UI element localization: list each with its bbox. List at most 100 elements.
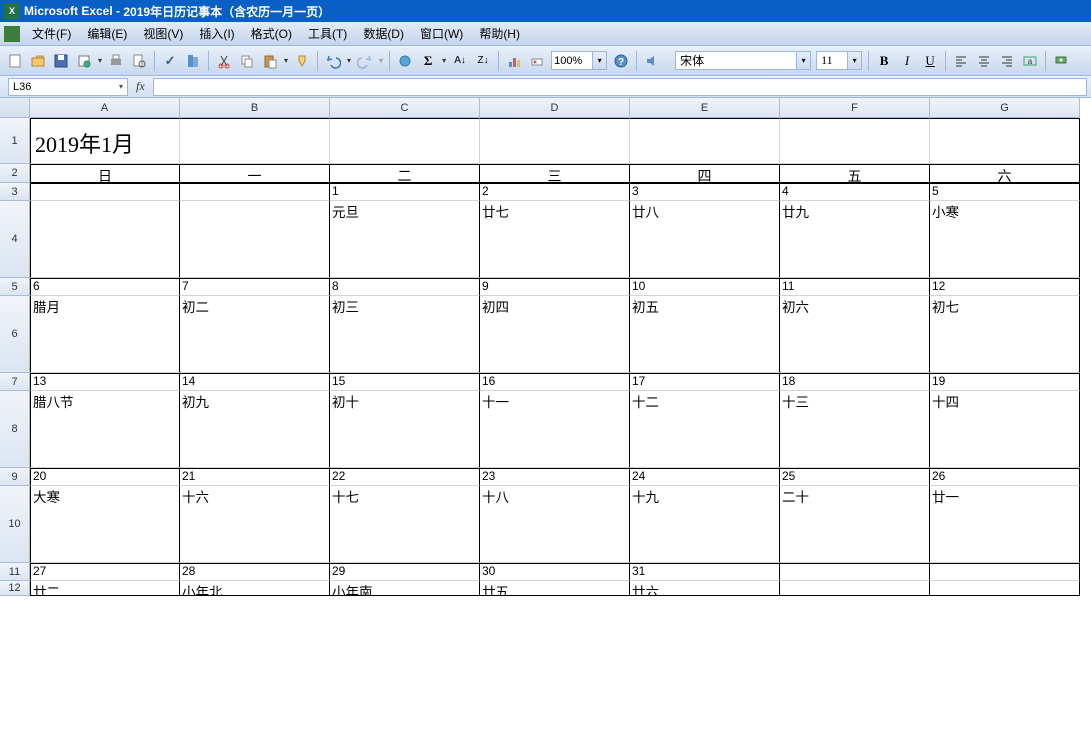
day-lunar[interactable]: 初四 — [480, 296, 630, 373]
new-button[interactable] — [4, 50, 26, 72]
day-lunar[interactable] — [30, 201, 180, 278]
menu-tools[interactable]: 工具(T) — [300, 23, 355, 44]
workbook-icon[interactable] — [4, 26, 20, 42]
row-header-3[interactable]: 3 — [0, 183, 30, 201]
name-box-dd[interactable]: ▾ — [119, 82, 123, 91]
zoom-dd[interactable]: ▾ — [592, 52, 606, 69]
day-lunar[interactable] — [780, 581, 930, 596]
day-lunar[interactable]: 廿二 — [30, 581, 180, 596]
readaloud-button[interactable] — [641, 50, 663, 72]
day-lunar[interactable]: 十三 — [780, 391, 930, 468]
print-preview-button[interactable] — [128, 50, 150, 72]
name-box[interactable]: L36 ▾ — [8, 78, 128, 96]
day-lunar[interactable]: 腊八节 — [30, 391, 180, 468]
menu-file[interactable]: 文件(F) — [24, 23, 79, 44]
redo-button[interactable] — [354, 50, 376, 72]
formula-bar[interactable] — [153, 78, 1087, 96]
day-lunar[interactable]: 廿一 — [930, 486, 1080, 563]
sort-asc-button[interactable]: A↓ — [449, 50, 471, 72]
paste-button[interactable] — [259, 50, 281, 72]
menu-window[interactable]: 窗口(W) — [412, 23, 471, 44]
cell[interactable] — [180, 118, 330, 164]
row-header-4[interactable]: 4 — [0, 201, 30, 278]
permission-dd[interactable]: ▾ — [96, 56, 104, 65]
day-lunar[interactable]: 大寒 — [30, 486, 180, 563]
day-lunar[interactable]: 廿九 — [780, 201, 930, 278]
menu-view[interactable]: 视图(V) — [135, 23, 191, 44]
bold-button[interactable]: B — [873, 50, 895, 72]
paste-dd[interactable]: ▾ — [282, 56, 290, 65]
permission-button[interactable] — [73, 50, 95, 72]
col-header-D[interactable]: D — [480, 98, 630, 118]
day-lunar[interactable]: 廿七 — [480, 201, 630, 278]
menu-help[interactable]: 帮助(H) — [471, 23, 528, 44]
cut-button[interactable] — [213, 50, 235, 72]
day-lunar[interactable]: 小寒 — [930, 201, 1080, 278]
font-name-input[interactable] — [676, 53, 796, 68]
menu-data[interactable]: 数据(D) — [355, 23, 412, 44]
day-lunar[interactable]: 腊月 — [30, 296, 180, 373]
font-size-dd[interactable]: ▾ — [847, 52, 861, 69]
day-lunar[interactable]: 小年北 — [180, 581, 330, 596]
day-lunar[interactable]: 元旦 — [330, 201, 480, 278]
currency-button[interactable] — [1050, 50, 1072, 72]
font-name-combo[interactable]: ▾ — [675, 51, 811, 70]
col-header-A[interactable]: A — [30, 98, 180, 118]
underline-button[interactable]: U — [919, 50, 941, 72]
col-header-E[interactable]: E — [630, 98, 780, 118]
day-lunar[interactable]: 初七 — [930, 296, 1080, 373]
day-lunar[interactable]: 十八 — [480, 486, 630, 563]
col-header-B[interactable]: B — [180, 98, 330, 118]
row-header-10[interactable]: 10 — [0, 486, 30, 563]
zoom-input[interactable] — [552, 55, 592, 67]
drawing-button[interactable] — [526, 50, 548, 72]
day-lunar[interactable]: 廿八 — [630, 201, 780, 278]
redo-dd[interactable]: ▾ — [377, 56, 385, 65]
day-lunar[interactable]: 初五 — [630, 296, 780, 373]
align-left-button[interactable] — [950, 50, 972, 72]
font-size-input[interactable] — [817, 53, 847, 68]
day-lunar[interactable]: 初六 — [780, 296, 930, 373]
day-lunar[interactable]: 初十 — [330, 391, 480, 468]
menu-insert[interactable]: 插入(I) — [191, 23, 242, 44]
cell[interactable] — [930, 118, 1080, 164]
day-lunar[interactable]: 初二 — [180, 296, 330, 373]
font-size-combo[interactable]: ▾ — [816, 51, 862, 70]
day-lunar[interactable]: 十七 — [330, 486, 480, 563]
day-lunar[interactable]: 小年南 — [330, 581, 480, 596]
fx-label[interactable]: fx — [128, 79, 153, 94]
hyperlink-button[interactable] — [394, 50, 416, 72]
day-lunar[interactable]: 十一 — [480, 391, 630, 468]
row-header-7[interactable]: 7 — [0, 373, 30, 391]
day-lunar[interactable]: 初九 — [180, 391, 330, 468]
day-lunar[interactable] — [930, 581, 1080, 596]
day-lunar[interactable]: 十二 — [630, 391, 780, 468]
day-lunar[interactable]: 廿六 — [630, 581, 780, 596]
undo-dd[interactable]: ▾ — [345, 56, 353, 65]
day-lunar[interactable] — [180, 201, 330, 278]
copy-button[interactable] — [236, 50, 258, 72]
grid[interactable]: ABCDEFG12019年1月2日一二三四五六3123454元旦廿七廿八廿九小寒… — [0, 98, 1091, 596]
research-button[interactable] — [182, 50, 204, 72]
print-button[interactable] — [105, 50, 127, 72]
select-all-corner[interactable] — [0, 98, 30, 118]
col-header-F[interactable]: F — [780, 98, 930, 118]
col-header-C[interactable]: C — [330, 98, 480, 118]
sort-desc-button[interactable]: Z↓ — [472, 50, 494, 72]
cell[interactable] — [330, 118, 480, 164]
cell[interactable] — [780, 118, 930, 164]
open-button[interactable] — [27, 50, 49, 72]
menu-format[interactable]: 格式(O) — [243, 23, 300, 44]
day-lunar[interactable]: 廿五 — [480, 581, 630, 596]
autosum-button[interactable]: Σ — [417, 50, 439, 72]
save-button[interactable] — [50, 50, 72, 72]
row-header-5[interactable]: 5 — [0, 278, 30, 296]
cell[interactable] — [630, 118, 780, 164]
row-header-11[interactable]: 11 — [0, 563, 30, 581]
chart-button[interactable] — [503, 50, 525, 72]
day-lunar[interactable]: 十九 — [630, 486, 780, 563]
day-lunar[interactable]: 十六 — [180, 486, 330, 563]
zoom-combo[interactable]: ▾ — [551, 51, 607, 70]
italic-button[interactable]: I — [896, 50, 918, 72]
day-lunar[interactable]: 十四 — [930, 391, 1080, 468]
